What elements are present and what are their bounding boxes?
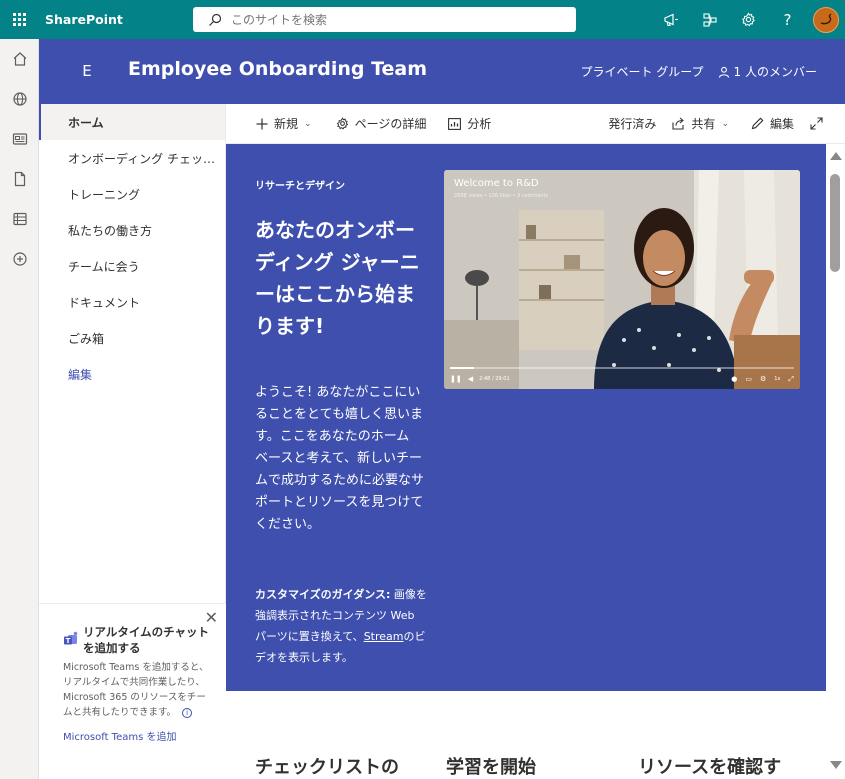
hero-title: あなたのオンボーディング ジャーニーはここから始まります! xyxy=(255,218,420,338)
chevron-down-icon: ⌄ xyxy=(304,118,312,129)
captions-icon[interactable]: ▭ xyxy=(745,375,752,383)
help-icon[interactable]: ? xyxy=(768,0,807,39)
video-time: 2:48 / 29:01 xyxy=(479,376,510,382)
hero-section: リサーチとデザイン あなたのオンボーディング ジャーニーはここから始まります! … xyxy=(226,144,826,691)
svg-text:T: T xyxy=(66,637,71,645)
plus-icon xyxy=(256,118,268,129)
site-title[interactable]: Employee Onboarding Team xyxy=(128,58,427,80)
share-label: 共有 xyxy=(691,117,716,131)
person-icon xyxy=(718,66,729,78)
analytics-button[interactable]: 分析 xyxy=(440,104,499,144)
home-icon[interactable] xyxy=(0,39,39,79)
nav-edit-link[interactable]: 編集 xyxy=(39,356,225,392)
nav-item-training[interactable]: トレーニング xyxy=(39,176,225,212)
resources-heading: リソースを確認す xyxy=(638,757,782,778)
new-label: 新規 xyxy=(274,117,299,131)
speed-label[interactable]: 1x xyxy=(774,376,780,382)
expand-icon[interactable] xyxy=(802,104,845,144)
nav-item-onboarding-checklist[interactable]: オンボーディング チェッ… xyxy=(39,140,225,176)
megaphone-icon[interactable] xyxy=(651,0,690,39)
promo-title: リアルタイムのチャットを追加する xyxy=(83,625,210,655)
video-thumbnail xyxy=(444,170,800,389)
analytics-icon xyxy=(448,117,462,130)
globe-icon[interactable] xyxy=(0,79,39,119)
customization-guidance: カスタマイズのガイダンス: 画像を強調表示されたコンテンツ Web パーツに置き… xyxy=(255,584,427,668)
site-logo[interactable]: E xyxy=(75,59,99,83)
site-header: E Employee Onboarding Team プライベート グループ 1… xyxy=(39,39,845,104)
news-icon[interactable] xyxy=(0,119,39,159)
settings-icon[interactable]: ⚙ xyxy=(760,375,766,383)
learning-heading: 学習を開始 xyxy=(446,757,536,778)
video-player[interactable]: Welcome to R&D 2888 views • 136 likes • … xyxy=(444,170,800,389)
teams-icon: T xyxy=(63,631,79,647)
share-button[interactable]: 共有 ⌄ xyxy=(664,104,737,144)
video-title: Welcome to R&D xyxy=(454,178,539,189)
published-label: 発行済み xyxy=(608,117,657,131)
close-icon[interactable]: ✕ xyxy=(205,608,218,627)
page-content: リサーチとデザイン あなたのオンボーディング ジャーニーはここから始まります! … xyxy=(226,144,826,779)
published-status: 発行済み xyxy=(600,104,664,144)
add-teams-link[interactable]: Microsoft Teams を追加 xyxy=(63,728,210,743)
pause-icon[interactable]: ❚❚ xyxy=(450,375,462,383)
app-brand[interactable]: SharePoint xyxy=(45,12,123,27)
scroll-down-arrow[interactable] xyxy=(830,761,842,769)
app-bar xyxy=(0,39,39,779)
members-button[interactable]: 1 人のメンバー xyxy=(718,63,817,80)
analytics-label: 分析 xyxy=(467,117,492,131)
teams-promo-card: ✕ T リアルタイムのチャットを追加する Microsoft Teams を追加… xyxy=(39,603,226,779)
add-circle-icon[interactable] xyxy=(0,239,39,279)
network-icon[interactable] xyxy=(690,0,729,39)
suite-bar: SharePoint ? xyxy=(0,0,845,39)
gear-icon xyxy=(336,117,348,130)
nav-item-documents[interactable]: ドキュメント xyxy=(39,284,225,320)
stream-link[interactable]: Stream xyxy=(364,630,404,643)
edit-label: 編集 xyxy=(769,117,794,131)
nav-item-recycle-bin[interactable]: ごみ箱 xyxy=(39,320,225,356)
hero-eyebrow: リサーチとデザイン xyxy=(255,181,345,192)
nav-item-how-we-work[interactable]: 私たちの働き方 xyxy=(39,212,225,248)
page-details-label: ページの詳細 xyxy=(354,117,427,131)
nav-item-meet-the-team[interactable]: チームに会う xyxy=(39,248,225,284)
fullscreen-icon[interactable]: ⤢ xyxy=(788,375,794,384)
search-input[interactable] xyxy=(231,12,531,27)
guidance-label: カスタマイズのガイダンス: xyxy=(255,588,391,601)
document-icon[interactable] xyxy=(0,159,39,199)
video-meta: 2888 views • 136 likes • 3 comments xyxy=(454,193,549,199)
pencil-icon xyxy=(751,117,764,130)
share-icon xyxy=(672,117,685,130)
gear-icon[interactable] xyxy=(729,0,768,39)
members-label: 1 人のメンバー xyxy=(733,65,817,79)
new-button[interactable]: 新規 ⌄ xyxy=(226,104,320,144)
page-details-button[interactable]: ページの詳細 xyxy=(328,104,435,144)
list-icon[interactable] xyxy=(0,199,39,239)
chevron-down-icon: ⌄ xyxy=(721,118,729,129)
checklist-heading: チェックリストの xyxy=(255,757,399,778)
privacy-label: プライベート グループ xyxy=(580,65,704,79)
avatar[interactable] xyxy=(813,6,839,33)
edit-button[interactable]: 編集 xyxy=(743,104,802,144)
search-icon xyxy=(205,10,225,30)
scrollbar[interactable] xyxy=(826,144,845,779)
scroll-thumb[interactable] xyxy=(830,174,840,272)
video-controls: ❚❚ ◀ 2:48 / 29:01 ● ▭ ⚙ 1x ⤢ xyxy=(444,369,800,389)
hero-body: ようこそ! あなたがここにいることをとても嬉しく思います。ここをあなたのホーム … xyxy=(255,385,425,532)
scroll-up-arrow[interactable] xyxy=(830,152,842,160)
info-icon[interactable]: i xyxy=(182,708,193,718)
waffle-icon[interactable] xyxy=(0,0,39,39)
quick-links-section: チェックリストの 学習を開始 リソースを確認す xyxy=(226,691,826,779)
volume-icon[interactable]: ◀ xyxy=(468,375,473,383)
nav-item-home[interactable]: ホーム xyxy=(39,104,225,140)
command-bar: 新規 ⌄ ページの詳細 分析 発行済み 共有 ⌄ 編集 xyxy=(226,104,845,144)
person-icon[interactable]: ● xyxy=(731,375,737,383)
search-box[interactable] xyxy=(193,7,576,32)
